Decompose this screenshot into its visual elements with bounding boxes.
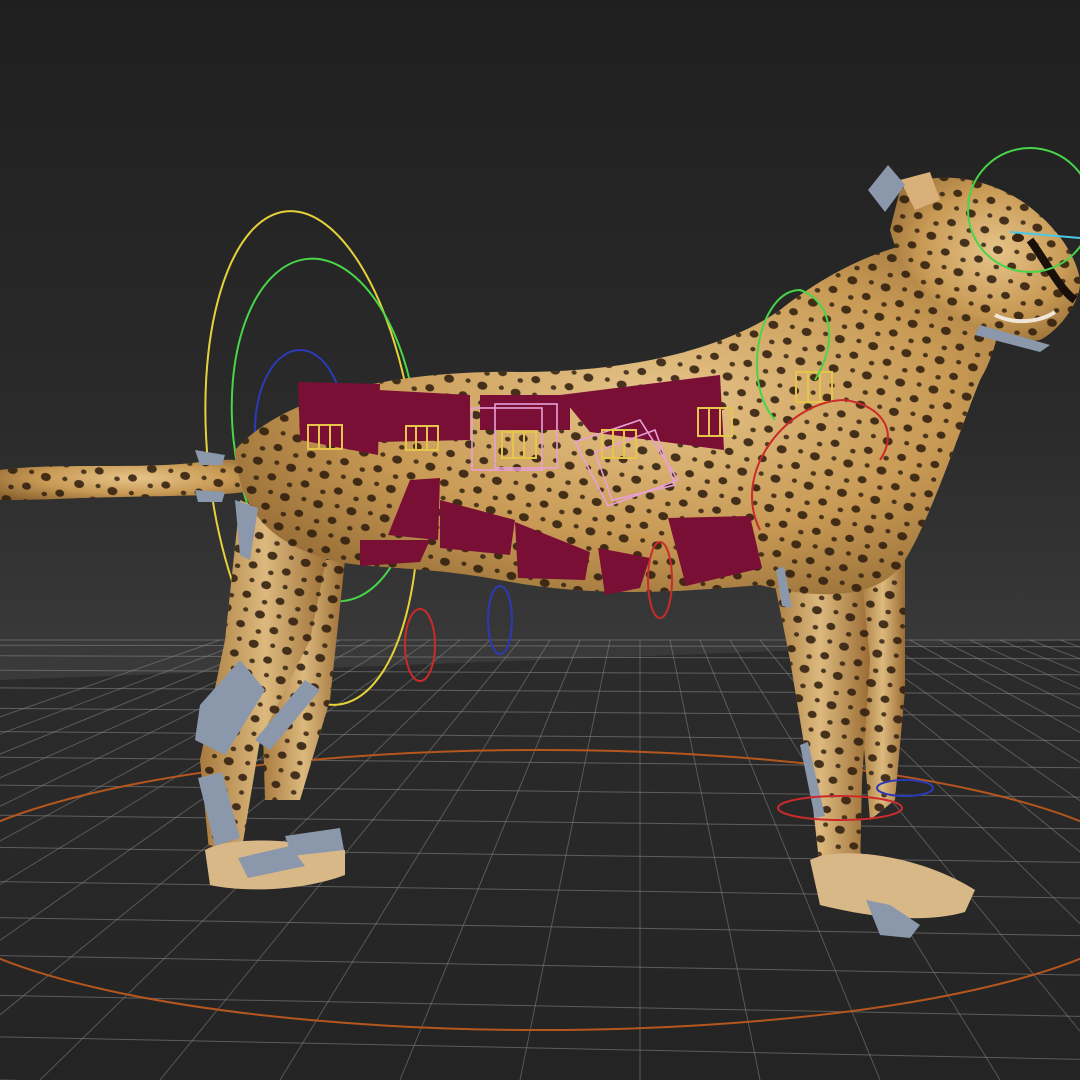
ground-grid: [0, 639, 1080, 1080]
muscle-plate: [372, 390, 470, 442]
3d-viewport[interactable]: [0, 0, 1080, 1080]
bone-plate: [195, 490, 225, 502]
grid-line: [0, 644, 1080, 648]
scene-canvas[interactable]: [0, 0, 1080, 1080]
belly-control-blue[interactable]: [487, 585, 513, 655]
eye: [1012, 234, 1024, 242]
bone-plate: [195, 450, 225, 465]
